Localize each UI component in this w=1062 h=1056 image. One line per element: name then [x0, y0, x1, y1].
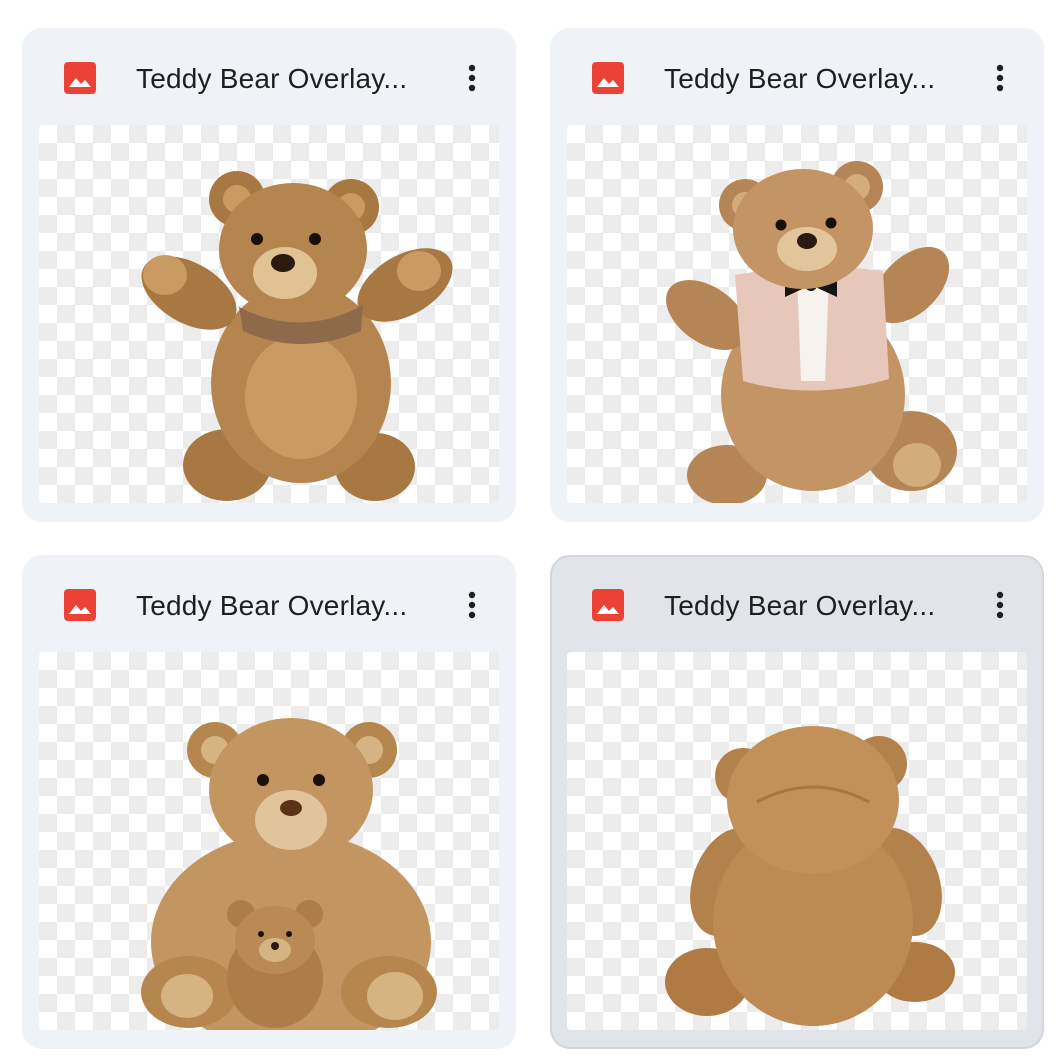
file-card[interactable]: Teddy Bear Overlay... [550, 28, 1044, 522]
more-actions-button[interactable] [978, 56, 1022, 100]
teddy-bear-with-cub-image [141, 718, 437, 1030]
teddy-bear-tuxedo-image [666, 161, 957, 503]
file-name[interactable]: Teddy Bear Overlay... [664, 589, 964, 623]
file-name[interactable]: Teddy Bear Overlay... [664, 62, 964, 96]
more-vert-icon [996, 591, 1004, 619]
image-file-icon [64, 62, 96, 94]
file-thumbnail[interactable] [39, 652, 499, 1030]
file-card-selected[interactable]: Teddy Bear Overlay... [550, 555, 1044, 1049]
more-actions-button[interactable] [450, 583, 494, 627]
file-card-header: Teddy Bear Overlay... [22, 28, 516, 124]
file-card[interactable]: Teddy Bear Overlay... [22, 555, 516, 1049]
more-actions-button[interactable] [450, 56, 494, 100]
image-file-icon [592, 589, 624, 621]
file-name[interactable]: Teddy Bear Overlay... [136, 589, 436, 623]
more-vert-icon [996, 64, 1004, 92]
file-card-header: Teddy Bear Overlay... [550, 28, 1044, 124]
file-card-header: Teddy Bear Overlay... [552, 557, 1042, 653]
teddy-bear-image [141, 171, 453, 501]
more-vert-icon [468, 64, 476, 92]
file-name[interactable]: Teddy Bear Overlay... [136, 62, 436, 96]
file-card-header: Teddy Bear Overlay... [22, 555, 516, 651]
file-thumbnail[interactable] [567, 652, 1027, 1030]
more-actions-button[interactable] [978, 583, 1022, 627]
image-file-icon [592, 62, 624, 94]
file-thumbnail[interactable] [39, 125, 499, 503]
teddy-bear-back-view-image [665, 726, 955, 1026]
more-vert-icon [468, 591, 476, 619]
file-thumbnail[interactable] [567, 125, 1027, 503]
file-card[interactable]: Teddy Bear Overlay... [22, 28, 516, 522]
image-file-icon [64, 589, 96, 621]
